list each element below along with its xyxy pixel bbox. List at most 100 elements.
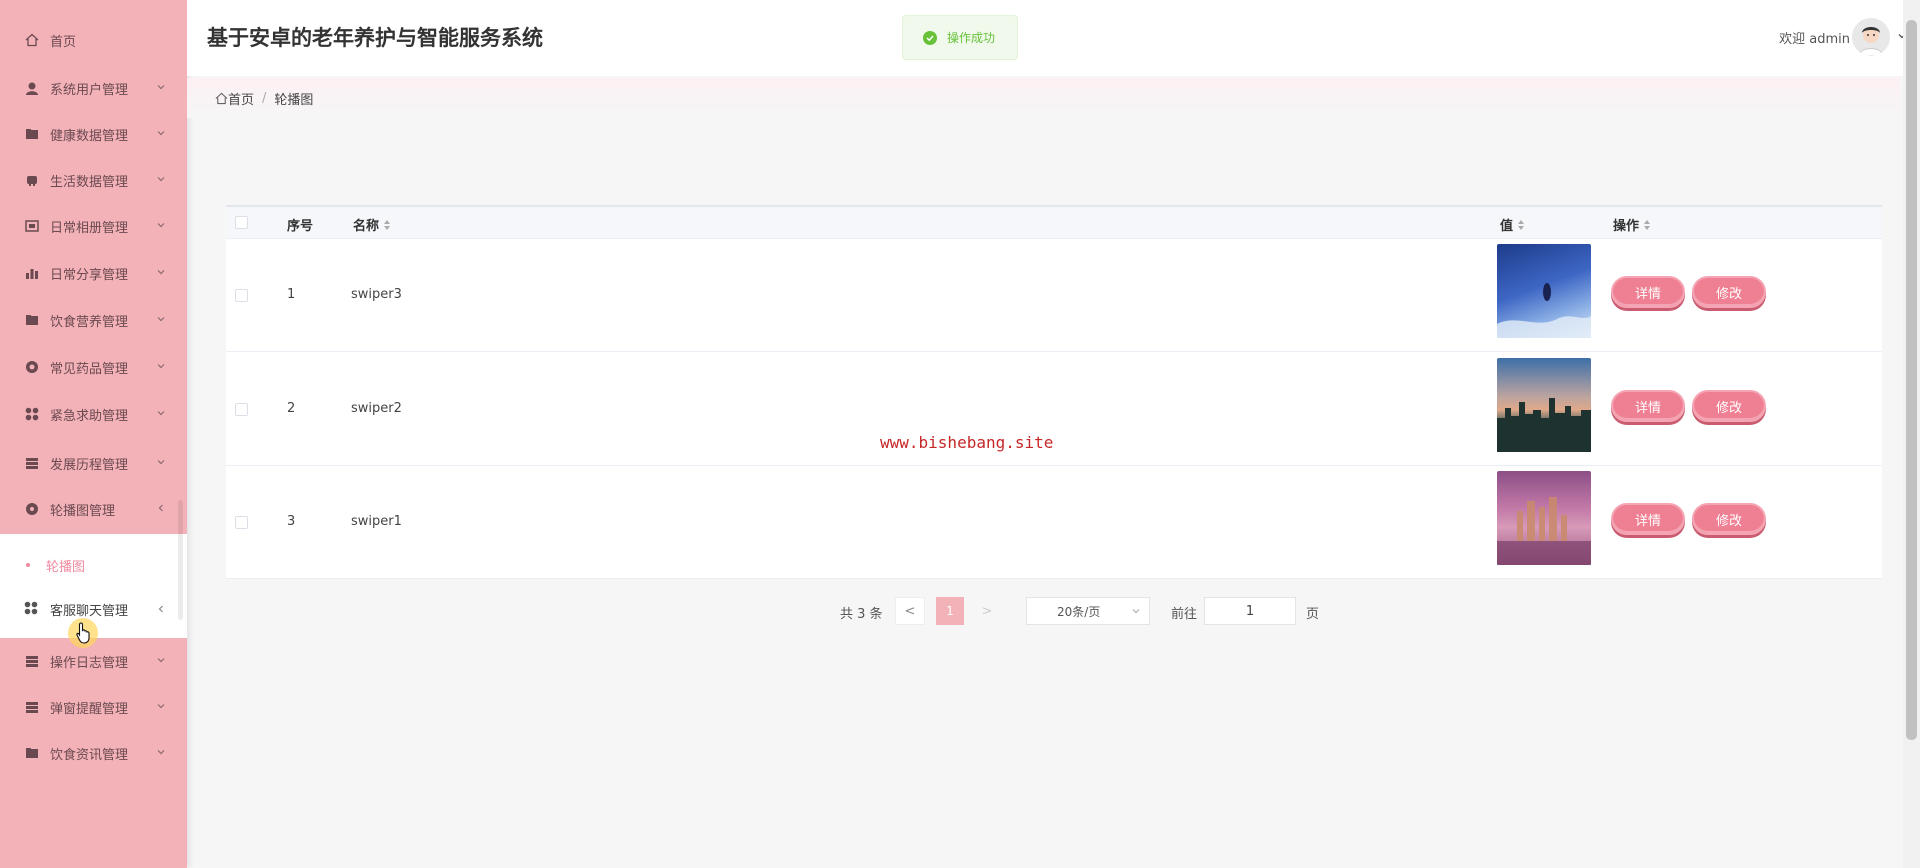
top-header: 基于安卓的老年养护与智能服务系统 欢迎 admin [187, 0, 1920, 76]
table-header: 序号 名称 值 操作 [226, 207, 1882, 239]
row-name: swiper3 [351, 287, 402, 302]
select-all-checkbox[interactable] [235, 216, 248, 229]
carousel-image-thumbnail[interactable] [1497, 358, 1591, 452]
sidebar-item-health[interactable]: 健康数据管理 [0, 111, 187, 157]
sidebar-item-history[interactable]: 发展历程管理 [0, 440, 187, 486]
sidebar-item-share[interactable]: 日常分享管理 [0, 250, 187, 296]
robot-icon [24, 172, 40, 188]
grid-icon [24, 406, 40, 422]
page-scrollbar[interactable] [1903, 0, 1920, 868]
next-page-button[interactable]: > [972, 597, 1002, 625]
scrollbar-thumb[interactable] [1906, 20, 1917, 740]
bullet-icon [26, 563, 30, 567]
toast-message: 操作成功 [947, 31, 996, 45]
detail-button[interactable]: 详情 [1611, 276, 1685, 308]
col-actions-label: 操作 [1613, 219, 1640, 234]
sort-icon[interactable] [1518, 219, 1525, 230]
sidebar-item-label: 紧急求助管理 [50, 408, 129, 424]
sidebar-item-diet-news[interactable]: 饮食资讯管理 [0, 730, 187, 776]
sidebar-item-medicine[interactable]: 常见药品管理 [0, 344, 187, 390]
image-icon [24, 501, 40, 517]
row-index: 2 [287, 401, 296, 416]
sidebar-item-logs[interactable]: 操作日志管理 [0, 638, 187, 684]
check-circle-icon [923, 30, 937, 45]
chevron-down-icon [157, 270, 165, 275]
chevron-down-icon [157, 177, 165, 182]
chevron-down-icon [157, 131, 165, 136]
sidebar-item-album[interactable]: 日常相册管理 [0, 203, 187, 249]
table-row: 3 swiper1 详情 修改 [226, 466, 1882, 579]
row-checkbox[interactable] [235, 516, 248, 529]
list-icon [24, 455, 40, 471]
page-number-button[interactable]: 1 [936, 597, 964, 625]
goto-page-input[interactable] [1204, 597, 1296, 625]
avatar[interactable] [1852, 18, 1890, 56]
folder-icon [24, 745, 40, 761]
row-checkbox[interactable] [235, 403, 248, 416]
sidebar-item-label: 日常分享管理 [50, 267, 129, 283]
prev-page-button[interactable]: < [895, 597, 925, 625]
sort-icon[interactable] [1644, 219, 1651, 230]
sidebar-subitem-carousel[interactable]: 轮播图 [0, 544, 187, 586]
chart-icon [24, 265, 40, 281]
sidebar-item-label: 饮食营养管理 [50, 314, 129, 330]
edit-button[interactable]: 修改 [1692, 503, 1766, 535]
edit-button[interactable]: 修改 [1692, 276, 1766, 308]
sort-icon[interactable] [384, 219, 391, 230]
breadcrumb: 首页 / 轮播图 [215, 89, 313, 108]
hand-cursor-icon [76, 622, 90, 644]
sidebar-item-carousel[interactable]: 轮播图管理 [0, 486, 187, 532]
sidebar-item-system-users[interactable]: 系统用户管理 [0, 65, 187, 111]
home-icon [215, 92, 228, 105]
sidebar-item-life[interactable]: 生活数据管理 [0, 157, 187, 203]
chevron-down-icon [157, 460, 165, 465]
sidebar-item-popup[interactable]: 弹窗提醒管理 [0, 684, 187, 730]
detail-button[interactable]: 详情 [1611, 503, 1685, 535]
table-row: 1 swiper3 详情 修改 [226, 239, 1882, 352]
pill-icon [24, 359, 40, 375]
chevron-down-icon [157, 411, 165, 416]
sidebar-item-home[interactable]: 首页 [0, 17, 187, 63]
app-title: 基于安卓的老年养护与智能服务系统 [207, 26, 543, 50]
chevron-left-icon [158, 605, 163, 613]
folder-icon [24, 126, 40, 142]
col-value-label: 值 [1500, 219, 1514, 234]
row-checkbox[interactable] [235, 289, 248, 302]
chevron-down-icon [157, 658, 165, 663]
sidebar-item-label: 操作日志管理 [50, 655, 129, 671]
col-index: 序号 [287, 219, 314, 234]
sidebar-item-label: 系统用户管理 [50, 82, 129, 98]
breadcrumb-current: 轮播图 [274, 93, 314, 108]
detail-button[interactable]: 详情 [1611, 390, 1685, 422]
album-icon [24, 218, 40, 234]
row-name: swiper2 [351, 401, 402, 416]
sidebar-item-label: 饮食资讯管理 [50, 747, 129, 763]
user-icon [24, 80, 40, 96]
col-actions[interactable]: 操作 [1613, 215, 1651, 234]
page-size-select[interactable]: 20条/页 [1026, 597, 1150, 625]
chevron-left-icon [158, 504, 163, 512]
breadcrumb-home[interactable]: 首页 [228, 89, 254, 108]
edit-button[interactable]: 修改 [1692, 390, 1766, 422]
row-name: swiper1 [351, 514, 402, 529]
chevron-down-icon [157, 704, 165, 709]
col-value[interactable]: 值 [1500, 215, 1525, 234]
sidebar-item-diet[interactable]: 饮食营养管理 [0, 297, 187, 343]
sidebar-item-emergency[interactable]: 紧急求助管理 [0, 391, 187, 437]
col-name-label: 名称 [353, 219, 380, 234]
chevron-down-icon [157, 317, 165, 322]
chevron-down-icon [157, 750, 165, 755]
carousel-image-thumbnail[interactable] [1497, 471, 1591, 565]
sidebar-subitem-label: 轮播图 [46, 559, 86, 575]
table-row: 2 swiper2 详情 修改 [226, 353, 1882, 466]
chevron-down-icon [157, 85, 165, 90]
sidebar-item-label: 健康数据管理 [50, 128, 129, 144]
chevron-down-icon [1132, 609, 1140, 614]
carousel-table: 序号 名称 值 操作 1 swiper3 详情 修改 2 swiper2 详情 … [226, 205, 1882, 579]
home-icon [24, 32, 40, 48]
carousel-image-thumbnail[interactable] [1497, 244, 1591, 338]
page-suffix: 页 [1306, 607, 1320, 622]
col-name[interactable]: 名称 [353, 215, 391, 234]
sidebar-scrollbar[interactable] [178, 500, 183, 620]
watermark-text: www.bishebang.site [880, 433, 1054, 452]
